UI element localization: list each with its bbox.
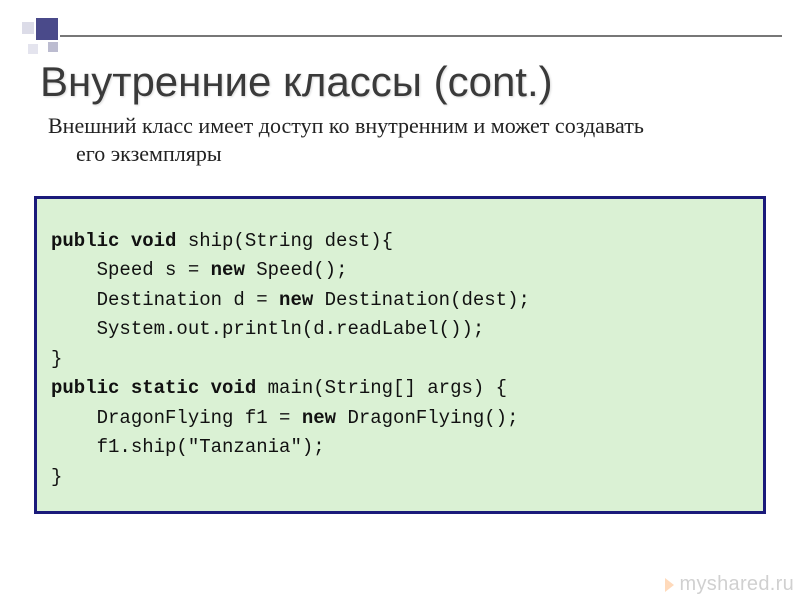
code-text: ship(String dest){ — [188, 230, 393, 252]
code-keyword: public void — [51, 230, 188, 252]
code-text: Destination(dest); — [325, 289, 530, 311]
deco-square — [48, 42, 58, 52]
code-text: f1.ship("Tanzania"); — [51, 436, 325, 458]
code-text: DragonFlying(); — [347, 407, 518, 429]
code-text: Speed(); — [256, 259, 347, 281]
code-keyword: new — [279, 289, 325, 311]
header-rule — [60, 35, 782, 37]
watermark: myshared.ru — [665, 573, 794, 596]
subtitle-line1: Внешний класс имеет доступ ко внутренним… — [48, 113, 644, 138]
code-text: System.out.println(d.readLabel()); — [51, 318, 484, 340]
slide-title: Внутренние классы (cont.) — [40, 58, 553, 106]
code-text: } — [51, 466, 62, 488]
slide-subtitle: Внешний класс имеет доступ ко внутренним… — [48, 112, 770, 167]
subtitle-line2: его экземпляры — [48, 140, 770, 168]
code-text: DragonFlying f1 = — [51, 407, 302, 429]
deco-square — [36, 18, 58, 40]
deco-square — [28, 44, 38, 54]
play-icon — [665, 578, 674, 592]
code-text: } — [51, 348, 62, 370]
code-text: Destination d = — [51, 289, 279, 311]
code-block: public void ship(String dest){ Speed s =… — [34, 196, 766, 514]
code-keyword: new — [302, 407, 348, 429]
deco-square — [22, 22, 34, 34]
code-keyword: public static void — [51, 377, 268, 399]
code-text: main(String[] args) { — [268, 377, 507, 399]
watermark-text: myshared.ru — [680, 573, 794, 596]
code-keyword: new — [211, 259, 257, 281]
code-text: Speed s = — [51, 259, 211, 281]
